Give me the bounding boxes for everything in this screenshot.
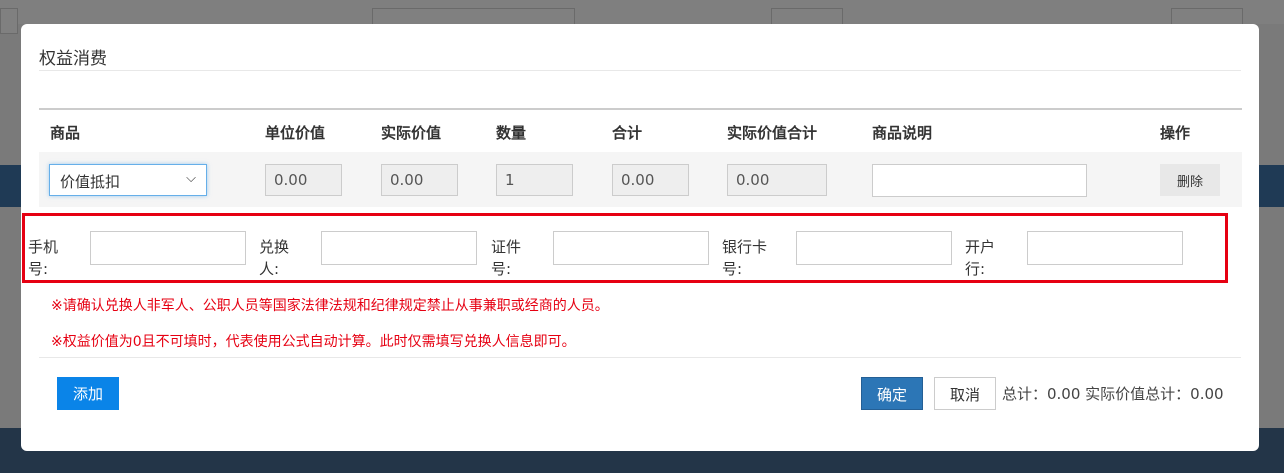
divider	[39, 357, 1241, 358]
redeemer-info-section: 手机号: 兑换人: 证件号: 银行卡号: 开户行:	[22, 213, 1228, 283]
header-description: 商品说明	[872, 124, 933, 142]
header-actual-total: 实际价值合计	[727, 124, 818, 142]
header-unit-value: 单位价值	[265, 124, 326, 142]
header-product: 商品	[50, 124, 81, 142]
redeemer-input[interactable]	[321, 231, 477, 265]
delete-button[interactable]: 删除	[1160, 164, 1220, 196]
table-row: 价值抵扣 ⌵ 0.00 0.00 1 0.00 0.00 删除	[39, 152, 1242, 207]
bank-label: 开户行:	[965, 238, 996, 278]
chevron-down-icon: ⌵	[186, 171, 196, 186]
product-select-value: 价值抵扣	[60, 173, 121, 191]
phone-label: 手机号:	[28, 238, 59, 278]
bank-input[interactable]	[1027, 231, 1183, 265]
actual-total-field: 0.00	[727, 164, 827, 196]
header-actual-value: 实际价值	[381, 124, 442, 142]
cancel-button[interactable]: 取消	[934, 377, 996, 410]
warning-note: ※请确认兑换人非军人、公职人员等国家法律法规和纪律规定禁止从事兼职或经商的人员。	[51, 298, 609, 314]
background-band	[1259, 165, 1284, 207]
id-number-input[interactable]	[553, 231, 709, 265]
warning-note: ※权益价值为0且不可填时，代表使用公式自动计算。此时仅需填写兑换人信息即可。	[51, 334, 576, 350]
actual-value-field: 0.00	[381, 164, 458, 196]
confirm-button[interactable]: 确定	[861, 377, 923, 410]
dialog-title: 权益消费	[39, 49, 107, 69]
header-total: 合计	[612, 124, 643, 142]
id-number-label: 证件号:	[491, 238, 522, 278]
unit-value-field: 0.00	[265, 164, 342, 196]
quantity-field: 1	[496, 164, 573, 196]
background-field	[0, 8, 18, 34]
totals-summary: 总计：0.00 实际价值总计：0.00	[1002, 385, 1224, 403]
add-button[interactable]: 添加	[57, 377, 119, 410]
product-select[interactable]: 价值抵扣 ⌵	[49, 164, 207, 196]
description-input[interactable]	[872, 164, 1087, 197]
background-band	[0, 165, 21, 207]
bank-card-input[interactable]	[796, 231, 952, 265]
divider	[39, 70, 1241, 71]
phone-input[interactable]	[90, 231, 246, 265]
background-page	[0, 0, 1284, 24]
total-field: 0.00	[612, 164, 689, 196]
header-quantity: 数量	[496, 124, 527, 142]
header-action: 操作	[1160, 124, 1191, 142]
table-header: 商品 单位价值 实际价值 数量 合计 实际价值合计 商品说明 操作	[39, 108, 1242, 152]
redeemer-label: 兑换人:	[259, 238, 290, 278]
equity-consumption-dialog: 权益消费 商品 单位价值 实际价值 数量 合计 实际价值合计 商品说明 操作 价…	[21, 24, 1259, 451]
bank-card-label: 银行卡号:	[722, 238, 768, 278]
